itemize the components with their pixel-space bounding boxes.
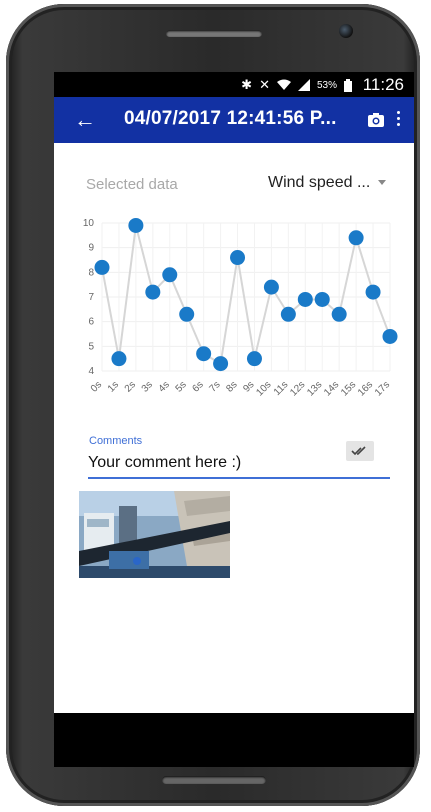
data-point bbox=[179, 306, 195, 322]
y-tick-label: 7 bbox=[88, 292, 94, 303]
clock: 11:26 bbox=[362, 75, 404, 94]
data-point bbox=[246, 351, 262, 367]
data-type-dropdown[interactable]: Wind speed ... bbox=[268, 174, 387, 192]
battery-icon bbox=[344, 78, 352, 92]
dropdown-value: Wind speed ... bbox=[268, 174, 371, 191]
y-tick-label: 8 bbox=[88, 267, 94, 278]
x-tick-label: 14s bbox=[322, 379, 341, 398]
data-point bbox=[365, 284, 381, 300]
data-point bbox=[145, 284, 161, 300]
data-point bbox=[331, 306, 347, 322]
data-point bbox=[314, 291, 330, 307]
mute-icon: ✕ bbox=[259, 77, 270, 92]
x-tick-label: 9s bbox=[241, 379, 256, 394]
earpiece-speaker bbox=[166, 30, 262, 37]
x-tick-label: 7s bbox=[207, 379, 222, 394]
y-tick-label: 9 bbox=[88, 243, 94, 254]
x-tick-label: 5s bbox=[174, 379, 189, 394]
comment-input[interactable] bbox=[88, 449, 390, 479]
bottom-speaker bbox=[162, 776, 266, 784]
x-tick-label: 8s bbox=[224, 379, 239, 394]
x-tick-label: 6s bbox=[191, 379, 206, 394]
dropdown-arrow-icon bbox=[378, 180, 387, 186]
wifi-icon bbox=[276, 79, 291, 90]
data-point bbox=[111, 351, 127, 367]
data-point bbox=[348, 230, 364, 246]
app-bar: ← 04/07/2017 12:41:56 P... bbox=[54, 97, 414, 143]
page-title: 04/07/2017 12:41:56 P... bbox=[124, 108, 337, 129]
x-tick-label: 2s bbox=[123, 379, 138, 394]
camera-icon[interactable] bbox=[367, 111, 385, 129]
photo-image bbox=[79, 491, 230, 578]
data-point bbox=[94, 259, 110, 275]
y-tick-label: 5 bbox=[88, 341, 94, 352]
x-tick-label: 4s bbox=[157, 379, 172, 394]
attached-photo-thumbnail[interactable] bbox=[79, 491, 230, 578]
y-tick-label: 10 bbox=[83, 218, 95, 229]
data-point bbox=[213, 356, 229, 372]
screen: ✱ ✕ 53% 11:26 ← 04/07/2017 12:41:56 P... bbox=[54, 72, 414, 767]
data-point bbox=[297, 291, 313, 307]
status-bar: ✱ ✕ 53% 11:26 bbox=[54, 72, 414, 97]
wind-speed-chart: 4 5 6 7 8 9 10 0s 1s 2s 3s 4s 5s 6s 7s 8s 9s10s11s12s13s… bbox=[83, 217, 398, 399]
main-content: Selected data Wind speed ... 4 5 6 7 8 9 10 0s 1… bbox=[54, 143, 414, 713]
status-icons: ✱ ✕ 53% bbox=[241, 77, 352, 93]
x-tick-label: 16s bbox=[356, 379, 375, 398]
battery-percent: 53% bbox=[316, 79, 337, 91]
data-point bbox=[382, 328, 398, 344]
comments-label: Comments bbox=[89, 435, 143, 447]
data-point bbox=[128, 217, 144, 233]
x-tick-label: 1s bbox=[106, 379, 121, 394]
series-line bbox=[101, 225, 391, 366]
back-arrow-icon[interactable]: ← bbox=[74, 107, 96, 133]
x-tick-label: 3s bbox=[140, 379, 155, 394]
data-point bbox=[196, 346, 212, 362]
x-tick-label: 10s bbox=[254, 379, 273, 398]
double-check-icon bbox=[351, 446, 366, 456]
front-camera bbox=[339, 24, 353, 38]
data-point bbox=[230, 250, 246, 266]
signal-icon bbox=[297, 79, 310, 91]
x-tick-label: 11s bbox=[272, 379, 291, 398]
data-point bbox=[280, 306, 296, 322]
x-tick-label: 17s bbox=[373, 379, 392, 398]
confirm-comment-button[interactable] bbox=[346, 441, 374, 461]
data-point bbox=[263, 279, 279, 295]
x-tick-label: 13s bbox=[305, 379, 324, 398]
overflow-menu-icon[interactable] bbox=[395, 109, 401, 131]
selected-data-label: Selected data bbox=[86, 176, 178, 193]
data-point bbox=[162, 267, 178, 283]
x-tick-label: 15s bbox=[339, 379, 358, 398]
bluetooth-icon: ✱ bbox=[241, 77, 253, 92]
y-tick-label: 6 bbox=[88, 317, 94, 328]
x-tick-label: 12s bbox=[288, 379, 307, 398]
x-tick-label: 0s bbox=[89, 379, 104, 394]
navigation-bar-area bbox=[54, 713, 414, 767]
y-tick-label: 4 bbox=[88, 366, 94, 377]
phone-frame: ✱ ✕ 53% 11:26 ← 04/07/2017 12:41:56 P... bbox=[6, 4, 420, 806]
